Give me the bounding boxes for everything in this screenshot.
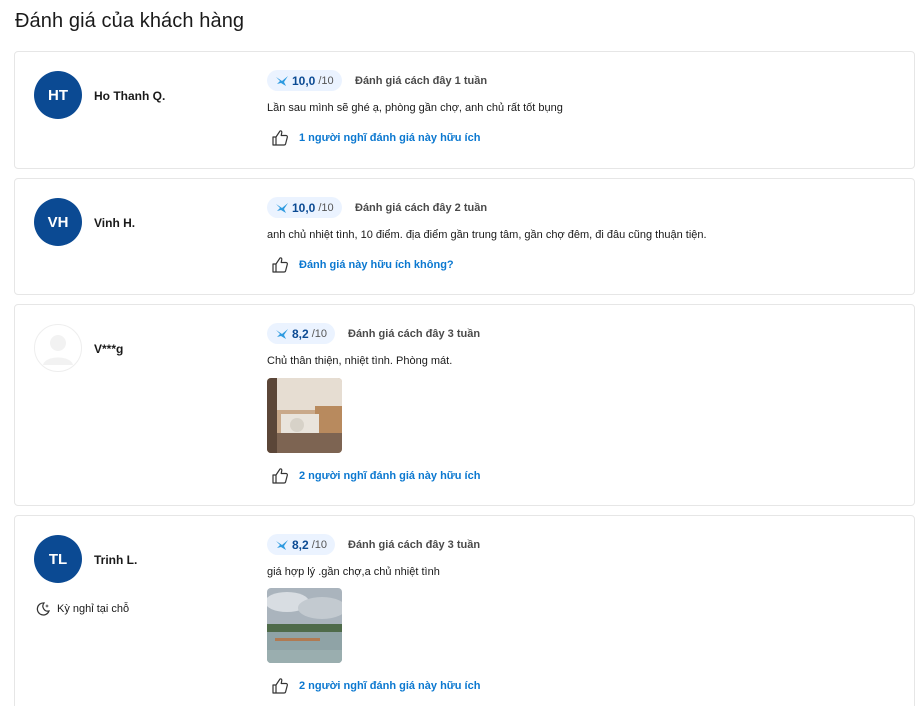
review-card: HT Ho Thanh Q. 10,0 /10 Đánh giá cách đâ… [14, 51, 915, 169]
rating-pill: 10,0 /10 [267, 70, 342, 91]
rating-score: 10,0 [292, 200, 316, 215]
thumbs-up-icon [272, 257, 288, 273]
helpful-label: 2 người nghĩ đánh giá này hữu ích [299, 680, 481, 692]
stay-type-label: Kỳ nghỉ tại chỗ [57, 603, 130, 615]
reviewer-name: Vinh H. [94, 216, 136, 230]
rating-pill: 8,2 /10 [267, 323, 335, 344]
bird-logo-icon [276, 328, 288, 339]
review-text: giá hợp lý .gần chợ,a chủ nhiệt tình [267, 566, 440, 578]
review-text: anh chủ nhiệt tình, 10 điểm. địa điểm gầ… [267, 229, 707, 241]
thumbs-up-icon [272, 678, 288, 694]
avatar: TL [34, 535, 82, 583]
avatar: VH [34, 198, 82, 246]
helpful-label: Đánh giá này hữu ích không? [299, 259, 454, 271]
helpful-button[interactable]: 2 người nghĩ đánh giá này hữu ích [271, 677, 480, 695]
helpful-label: 2 người nghĩ đánh giá này hữu ích [299, 470, 481, 482]
rating-score: 10,0 [292, 73, 316, 88]
avatar [34, 324, 82, 372]
helpful-label: 1 người nghĩ đánh giá này hữu ích [299, 132, 481, 144]
default-avatar-icon [43, 335, 73, 365]
rating-out-of: /10 [311, 538, 327, 551]
review-text: Chủ thân thiện, nhiệt tình. Phòng mát. [267, 355, 453, 367]
rating-pill: 8,2 /10 [267, 534, 335, 555]
rating-out-of: /10 [318, 201, 334, 214]
review-card: VH Vinh H. 10,0 /10 Đánh giá cách đây 2 … [14, 178, 915, 295]
rating-pill: 10,0 /10 [267, 197, 342, 218]
bird-logo-icon [276, 75, 288, 86]
review-photo[interactable] [267, 378, 342, 453]
reviewer-name: Trinh L. [94, 553, 138, 567]
moon-icon [36, 602, 50, 616]
bird-logo-icon [276, 539, 288, 550]
stay-type: Kỳ nghỉ tại chỗ [35, 601, 129, 617]
review-photo[interactable] [267, 588, 342, 663]
review-card: TL Trinh L. Kỳ nghỉ tại chỗ 8,2 /10 Đánh… [14, 515, 915, 706]
helpful-button[interactable]: Đánh giá này hữu ích không? [271, 256, 454, 274]
rating-score: 8,2 [292, 326, 309, 341]
review-date: Đánh giá cách đây 1 tuần [355, 75, 488, 87]
avatar: HT [34, 71, 82, 119]
reviewer-name: V***g [94, 342, 124, 356]
reviews-page: Đánh giá của khách hàng HT Ho Thanh Q. 1… [0, 0, 924, 706]
rating-out-of: /10 [318, 74, 334, 87]
thumbs-up-icon [272, 130, 288, 146]
review-date: Đánh giá cách đây 3 tuần [348, 539, 481, 551]
review-date: Đánh giá cách đây 3 tuần [348, 328, 481, 340]
bird-logo-icon [276, 202, 288, 213]
rating-out-of: /10 [311, 327, 327, 340]
helpful-button[interactable]: 1 người nghĩ đánh giá này hữu ích [271, 129, 480, 147]
review-date: Đánh giá cách đây 2 tuần [355, 202, 488, 214]
thumbs-up-icon [272, 468, 288, 484]
section-title: Đánh giá của khách hàng [15, 10, 245, 32]
review-text: Lần sau mình sẽ ghé ạ, phòng gần chợ, an… [267, 102, 563, 114]
rating-score: 8,2 [292, 537, 309, 552]
helpful-button[interactable]: 2 người nghĩ đánh giá này hữu ích [271, 467, 480, 485]
reviewer-name: Ho Thanh Q. [94, 89, 166, 103]
review-card: V***g 8,2 /10 Đánh giá cách đây 3 tuần C… [14, 304, 915, 506]
